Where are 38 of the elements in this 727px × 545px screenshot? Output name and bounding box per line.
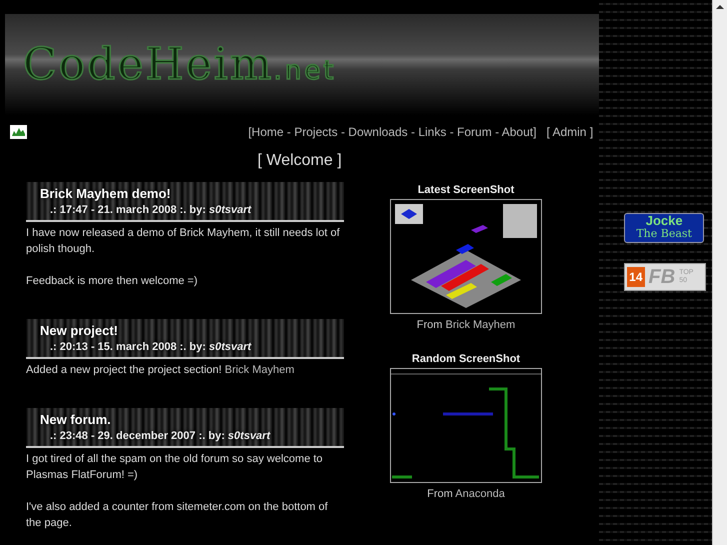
- link-banner[interactable]: Jocke The Beast: [624, 213, 704, 243]
- bracket-text: ]: [533, 125, 536, 139]
- nav-link[interactable]: Forum: [457, 125, 492, 139]
- scrollbar[interactable]: [712, 0, 727, 545]
- news-meta: .: 20:13 - 15. march 2008 :. by: s0tsvart: [49, 341, 252, 353]
- nav-link[interactable]: About: [502, 125, 534, 139]
- admin-link[interactable]: Admin: [552, 125, 586, 139]
- news-title: New forum.: [40, 412, 112, 427]
- news-text: Added a new project the project section! Brick Mayhem: [26, 363, 296, 378]
- news-text: I got tired of all the spam on the old forum so say welcome to Plasmas FlatForum! =): [26, 452, 324, 483]
- screenshot-heading: Random ScreenShot: [412, 353, 520, 365]
- separator-text: -: [495, 125, 500, 139]
- news-text: I've also added a counter from sitemeter.com on the bottom of the page.: [26, 500, 329, 531]
- bracket-text: [: [546, 125, 550, 139]
- news-text: I have now released a demo of Brick Mayhem, it still needs lot of polish though.: [26, 226, 341, 257]
- news-meta: .: 23:48 - 29. december 2007 :. by: s0tsvart: [49, 430, 272, 442]
- game-link[interactable]: Brick Mayhem: [446, 319, 516, 331]
- separator-text: -: [340, 125, 345, 139]
- news-text: Feedback is more then welcome =): [26, 274, 198, 289]
- bracket-text: [: [248, 125, 252, 139]
- page-title: [ Welcome ]: [256, 152, 343, 170]
- bracket-text: ]: [590, 125, 594, 139]
- nav-link[interactable]: Links: [418, 125, 446, 139]
- nav-link[interactable]: Downloads: [348, 125, 408, 139]
- game-link[interactable]: Anaconda: [455, 488, 505, 500]
- project-link[interactable]: Brick Mayhem: [224, 364, 294, 376]
- nav-link[interactable]: Projects: [294, 125, 338, 139]
- screenshot-caption: From Brick Mayhem: [416, 319, 516, 331]
- chart-icon[interactable]: [10, 125, 27, 139]
- separator-text: -: [286, 125, 291, 139]
- screenshot-heading: Latest ScreenShot: [418, 184, 514, 196]
- separator-text: -: [450, 125, 454, 139]
- news-title: New project!: [40, 323, 120, 338]
- news-meta: .: 17:47 - 21. march 2008 :. by: s0tsvart: [49, 204, 252, 216]
- nav-link[interactable]: Home: [252, 125, 284, 139]
- separator-text: -: [411, 125, 415, 139]
- news-title: Brick Mayhem demo!: [40, 186, 172, 201]
- screenshot-caption: From Anaconda: [427, 488, 505, 500]
